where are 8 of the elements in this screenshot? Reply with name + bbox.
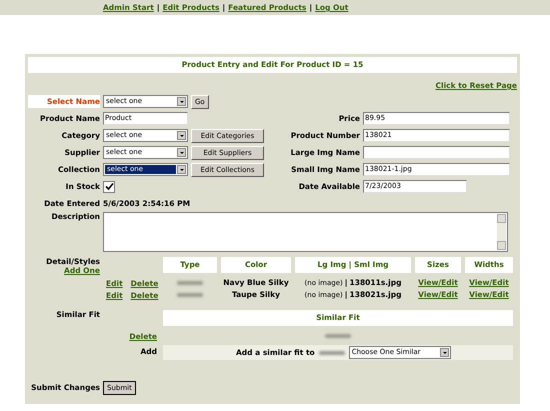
description-field[interactable] — [103, 212, 508, 252]
text-field[interactable] — [363, 146, 510, 159]
checkbox[interactable] — [103, 180, 115, 192]
redacted-text — [177, 293, 203, 297]
redacted-text — [318, 350, 345, 354]
scrollbar[interactable] — [497, 214, 506, 250]
redacted-text — [177, 281, 203, 285]
redacted-text — [325, 334, 351, 338]
